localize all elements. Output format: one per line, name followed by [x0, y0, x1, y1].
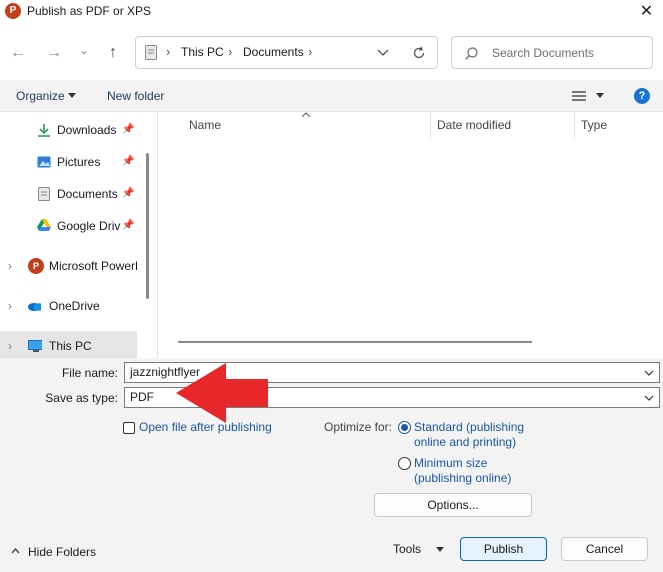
pin-icon: 📌 — [122, 188, 135, 199]
optimize-standard-radio[interactable] — [398, 421, 411, 434]
organize-button[interactable]: Organize — [16, 89, 65, 103]
optimize-minimum-label-line1[interactable]: Minimum size — [414, 456, 487, 471]
chevron-down-icon[interactable] — [644, 370, 654, 376]
sidebar-item-downloads[interactable]: Downloads 📌 — [0, 115, 137, 145]
toolbar: Organize New folder ? — [0, 80, 663, 112]
view-options-caret-icon[interactable] — [596, 93, 604, 98]
breadcrumb-separator-icon: › — [308, 44, 313, 59]
sidebar-item-label: Documents — [57, 187, 118, 201]
forward-button[interactable]: → — [43, 42, 65, 64]
search-input[interactable]: Search Documents — [492, 46, 594, 60]
optimize-for-label: Optimize for: — [324, 420, 393, 434]
sidebar-item-label: Google Drive — [57, 219, 121, 233]
chevron-up-icon[interactable] — [11, 548, 20, 554]
title-bar: P Publish as PDF or XPS ✕ — [0, 0, 663, 24]
expand-chevron-icon[interactable]: › — [8, 291, 12, 321]
breadcrumb-this-pc[interactable]: This PC — [181, 45, 224, 59]
navigation-pane: Downloads 📌 Pictures 📌 Documents 📌 Googl… — [0, 112, 137, 358]
dialog-footer: Hide Folders Tools Publish Cancel — [0, 522, 663, 572]
up-button[interactable]: ↑ — [102, 42, 124, 64]
pin-icon: 📌 — [122, 124, 135, 135]
sidebar-item-google-drive[interactable]: Google Drive 📌 — [0, 211, 137, 241]
optimize-standard-label-line1[interactable]: Standard (publishing — [414, 420, 524, 435]
powerpoint-app-icon: P — [5, 3, 21, 19]
open-after-publishing-checkbox[interactable] — [123, 422, 135, 434]
sidebar-item-documents[interactable]: Documents 📌 — [0, 179, 137, 209]
sidebar-item-label: OneDrive — [49, 299, 100, 313]
sidebar-item-this-pc[interactable]: › This PC — [0, 331, 137, 358]
file-name-label: File name: — [61, 366, 118, 380]
documents-icon — [38, 187, 50, 201]
back-button[interactable]: ← — [7, 42, 29, 64]
this-pc-icon — [28, 340, 42, 352]
optimize-minimum-radio[interactable] — [398, 457, 411, 470]
help-icon[interactable]: ? — [634, 88, 650, 104]
search-box[interactable]: Search Documents — [451, 36, 653, 69]
chevron-down-icon[interactable] — [644, 395, 654, 401]
save-options-panel: File name: jazznightflyer Save as type: … — [0, 358, 663, 522]
download-icon — [38, 124, 50, 137]
sidebar-item-pictures[interactable]: Pictures 📌 — [0, 147, 137, 177]
powerpoint-icon: P — [28, 258, 44, 274]
options-button[interactable]: Options... — [374, 493, 532, 517]
caret-down-icon — [68, 93, 76, 98]
red-arrow-annotation — [176, 363, 268, 423]
window-title: Publish as PDF or XPS — [27, 4, 152, 18]
sidebar-item-label: This PC — [49, 339, 92, 353]
expand-chevron-icon[interactable]: › — [8, 251, 12, 281]
file-list[interactable]: Name Date modified Type — [157, 112, 663, 358]
pin-icon: 📌 — [122, 156, 135, 167]
tools-button[interactable]: Tools — [393, 542, 421, 556]
pictures-icon — [37, 156, 51, 168]
documents-location-icon — [145, 45, 157, 60]
sidebar-item-onedrive[interactable]: › OneDrive — [0, 291, 137, 321]
sidebar-item-label: Microsoft PowerPoint — [49, 259, 137, 273]
breadcrumb-separator-icon: › — [166, 44, 171, 59]
sidebar-item-microsoft-powerpoint[interactable]: › P Microsoft PowerPoint — [0, 251, 137, 281]
optimize-standard-label-line2[interactable]: online and printing) — [414, 435, 516, 450]
cancel-button[interactable]: Cancel — [561, 537, 648, 561]
horizontal-scrollbar[interactable] — [178, 341, 532, 343]
sidebar-item-label: Downloads — [57, 123, 117, 137]
publish-button[interactable]: Publish — [460, 537, 547, 561]
pin-icon: 📌 — [122, 220, 135, 231]
column-header-name[interactable]: Name — [189, 118, 221, 132]
column-header-type[interactable]: Type — [581, 118, 607, 132]
column-divider[interactable] — [574, 112, 575, 138]
column-header-date-modified[interactable]: Date modified — [437, 118, 511, 132]
optimize-minimum-label-line2[interactable]: (publishing online) — [414, 471, 511, 486]
address-bar[interactable]: › This PC › Documents › — [135, 36, 438, 69]
new-folder-button[interactable]: New folder — [107, 89, 164, 103]
save-as-type-label: Save as type: — [45, 391, 118, 405]
tools-caret-icon[interactable] — [436, 547, 444, 552]
save-as-type-value: PDF — [130, 390, 154, 404]
search-icon — [465, 47, 478, 60]
sort-ascending-icon — [302, 112, 310, 117]
google-drive-icon — [37, 219, 51, 231]
sidebar-item-label: Pictures — [57, 155, 101, 169]
close-button[interactable]: ✕ — [630, 0, 663, 24]
refresh-icon[interactable] — [412, 46, 426, 60]
onedrive-icon — [28, 303, 41, 311]
breadcrumb-documents[interactable]: Documents — [243, 45, 304, 59]
navigation-scrollbar[interactable] — [146, 153, 149, 299]
breadcrumb-separator-icon: › — [228, 44, 233, 59]
recent-locations-button[interactable]: ⌄ — [73, 39, 95, 61]
hide-folders-button[interactable]: Hide Folders — [28, 545, 96, 559]
expand-chevron-icon[interactable]: › — [8, 331, 12, 358]
chevron-down-icon[interactable] — [377, 49, 389, 57]
column-divider[interactable] — [430, 112, 431, 138]
view-list-icon[interactable] — [572, 90, 586, 102]
